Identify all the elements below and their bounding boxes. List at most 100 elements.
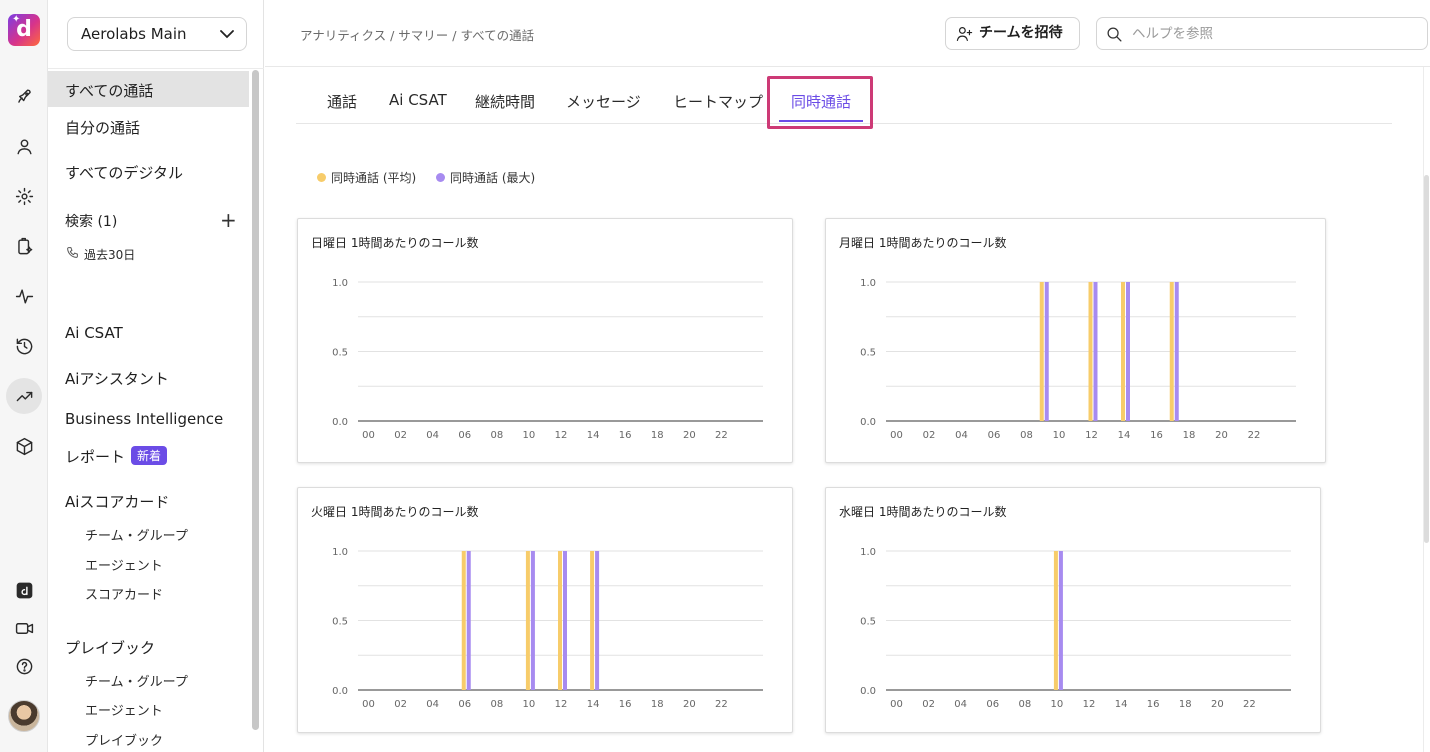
x-tick-label: 20 — [683, 699, 696, 710]
gear-icon[interactable] — [6, 178, 42, 214]
add-search-button[interactable]: + — [220, 210, 237, 230]
video-icon[interactable] — [6, 610, 42, 646]
x-tick-label: 22 — [715, 699, 728, 710]
sidebar-item-ai-scorecard[interactable]: Aiスコアカード — [65, 491, 169, 512]
x-tick-label: 22 — [1243, 699, 1256, 710]
tab-duration[interactable]: 継続時間 — [475, 91, 535, 112]
chart-monday: 0.0 0.5 1.0 00 02 04 06 08 10 12 14 16 18 20 22 — [860, 278, 1296, 441]
y-tick-label: 0.5 — [860, 617, 876, 628]
x-tick-label: 12 — [555, 430, 568, 441]
activity-icon[interactable] — [6, 278, 42, 314]
avatar[interactable] — [8, 700, 40, 732]
main-scrollbar[interactable] — [1424, 175, 1429, 543]
bar-avg[interactable] — [1088, 282, 1093, 421]
clipboard-sparkle-icon[interactable] — [6, 228, 42, 264]
invite-team-button[interactable]: チームを招待 — [945, 17, 1080, 50]
bar-max[interactable] — [1126, 282, 1130, 421]
app-logo-icon[interactable]: ✦ d — [8, 14, 40, 46]
bar-max[interactable] — [563, 551, 567, 690]
chart-card-sunday: 日曜日 1時間あたりのコール数 0.0 0.5 1.0 00 02 04 06 08 10 12 1… — [297, 218, 793, 463]
x-tick-label: 02 — [922, 699, 935, 710]
bar-max[interactable] — [1044, 282, 1049, 421]
x-tick-label: 08 — [490, 699, 503, 710]
sidebar-scrollbar[interactable] — [252, 70, 259, 730]
legend-item-max[interactable]: 同時通話 (最大) — [436, 171, 535, 185]
invite-team-label: チームを招待 — [979, 25, 1063, 41]
help-search[interactable] — [1096, 17, 1428, 50]
sidebar-subitem-agent[interactable]: エージェント — [85, 700, 163, 719]
bar-avg[interactable] — [1121, 282, 1125, 421]
bar-max[interactable] — [595, 551, 600, 690]
bar-max[interactable] — [1174, 282, 1179, 421]
sidebar-item-business-intelligence[interactable]: Business Intelligence — [65, 410, 223, 428]
bar-avg[interactable] — [1039, 282, 1044, 421]
x-tick-label: 12 — [1083, 699, 1096, 710]
x-tick-label: 14 — [587, 430, 600, 441]
search-icon — [1107, 27, 1122, 42]
y-tick-label: 0.5 — [860, 348, 876, 359]
sidebar-item-ai-assistant[interactable]: Aiアシスタント — [65, 368, 169, 389]
bar-max[interactable] — [1093, 282, 1098, 421]
tab-calls[interactable]: 通話 — [327, 91, 357, 112]
x-tick-label: 02 — [394, 430, 407, 441]
x-tick-label: 00 — [890, 699, 903, 710]
help-search-input[interactable] — [1132, 23, 1412, 45]
workspace-select[interactable]: Aerolabs Main — [67, 17, 247, 51]
x-tick-label: 04 — [954, 699, 967, 710]
tab-ai-csat[interactable]: Ai CSAT — [389, 91, 447, 109]
bar-max[interactable] — [1058, 551, 1063, 690]
x-tick-label: 08 — [490, 430, 503, 441]
x-tick-label: 20 — [1215, 430, 1228, 441]
bar-max[interactable] — [466, 551, 471, 690]
x-tick-label: 18 — [651, 699, 664, 710]
sidebar-item-search[interactable]: 検索 (1) — [65, 211, 117, 231]
rocket-icon[interactable] — [6, 78, 42, 114]
x-tick-label: 04 — [426, 430, 439, 441]
x-tick-label: 16 — [619, 699, 632, 710]
breadcrumb[interactable]: アナリティクス / サマリー / すべての通話 — [300, 25, 534, 44]
chart-wednesday: 0.0 0.5 1.0 00 02 04 06 08 10 12 14 16 18 20 22 — [860, 547, 1291, 710]
chart-card-wednesday: 水曜日 1時間あたりのコール数 0.0 0.5 1.0 00 02 04 06 08 10 12 1… — [825, 487, 1321, 733]
user-icon[interactable] — [6, 128, 42, 164]
bar-avg[interactable] — [1169, 282, 1174, 421]
y-tick-label: 1.0 — [332, 278, 348, 289]
chart-card-tuesday: 火曜日 1時間あたりのコール数 0.0 0.5 1.0 00 02 04 06 08 10 12 1… — [297, 487, 793, 733]
bar-avg[interactable] — [1053, 551, 1058, 690]
legend-avg-label: 同時通話 (平均) — [331, 171, 417, 185]
sidebar-subitem-scorecard[interactable]: スコアカード — [85, 584, 163, 603]
search-filter-label[interactable]: 過去30日 — [84, 246, 135, 263]
y-tick-label: 1.0 — [332, 547, 348, 558]
sidebar-subitem-agent[interactable]: エージェント — [85, 555, 163, 574]
x-tick-label: 06 — [458, 699, 471, 710]
bar-avg[interactable] — [461, 551, 466, 690]
x-tick-label: 00 — [362, 699, 375, 710]
x-tick-label: 20 — [683, 430, 696, 441]
sidebar-subitem-team-group[interactable]: チーム・グループ — [85, 671, 188, 690]
sidebar-item-reports[interactable]: レポート 新着 — [65, 446, 168, 467]
trending-up-icon[interactable] — [6, 378, 42, 414]
x-tick-label: 18 — [1179, 699, 1192, 710]
bar-avg[interactable] — [525, 551, 530, 690]
new-badge: 新着 — [131, 446, 168, 465]
sidebar-item-my-calls[interactable]: 自分の通話 — [65, 117, 140, 138]
sidebar-item-all-calls[interactable]: すべての通話 — [65, 80, 153, 101]
bar-max[interactable] — [530, 551, 535, 690]
legend-item-avg[interactable]: 同時通話 (平均) — [317, 171, 416, 185]
sidebar-item-ai-csat[interactable]: Ai CSAT — [65, 324, 123, 342]
sidebar-subitem-team-group[interactable]: チーム・グループ — [85, 525, 188, 544]
x-tick-label: 02 — [394, 699, 407, 710]
x-tick-label: 14 — [587, 699, 600, 710]
x-tick-label: 16 — [1150, 430, 1163, 441]
history-icon[interactable] — [6, 328, 42, 364]
help-icon[interactable] — [6, 648, 42, 684]
sidebar-item-all-digital[interactable]: すべてのデジタル — [65, 162, 183, 183]
bar-avg[interactable] — [558, 551, 562, 690]
cube-icon[interactable] — [6, 428, 42, 464]
sidebar-subitem-playbook[interactable]: プレイブック — [85, 730, 163, 749]
dialpad-app-icon[interactable] — [6, 572, 42, 608]
tab-messages[interactable]: メッセージ — [566, 91, 641, 112]
tab-heatmap[interactable]: ヒートマップ — [673, 91, 763, 112]
main-content: 通話 Ai CSAT 継続時間 メッセージ ヒートマップ 同時通話 同時通話 (… — [265, 67, 1430, 752]
sidebar-item-playbook[interactable]: プレイブック — [65, 637, 155, 658]
bar-avg[interactable] — [590, 551, 595, 690]
